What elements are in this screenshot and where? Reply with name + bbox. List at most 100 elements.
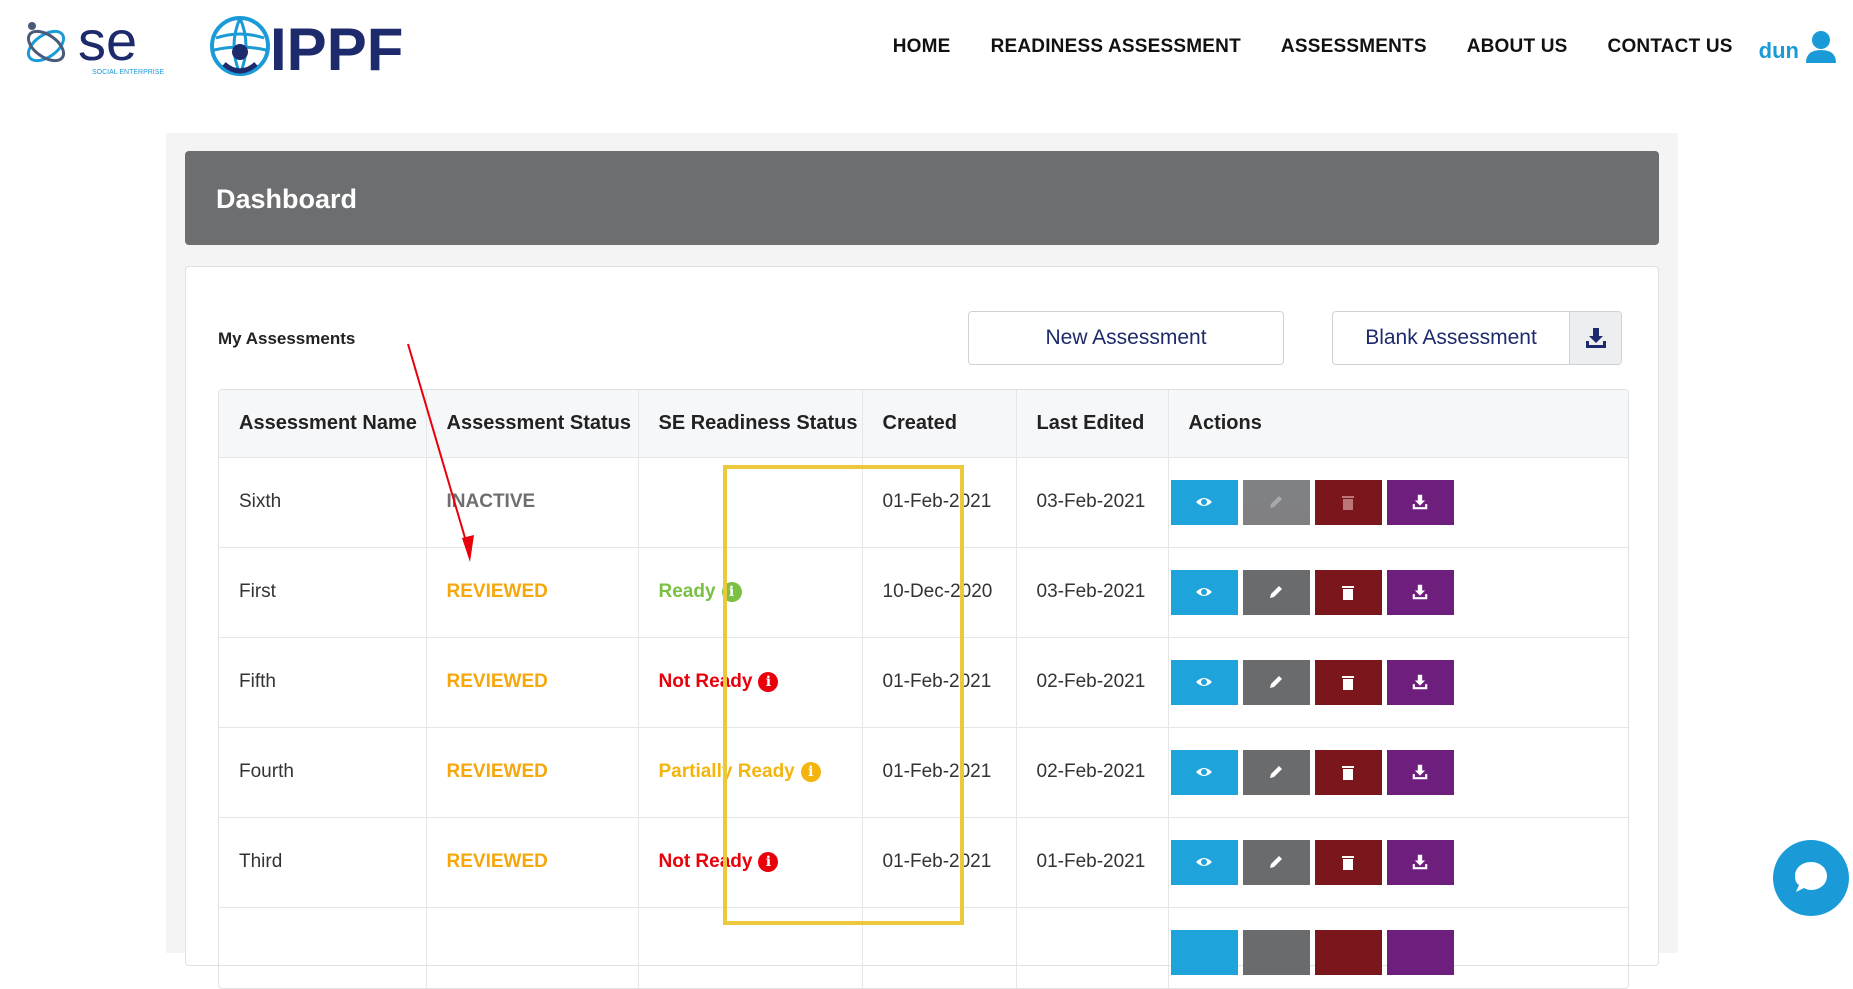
column-header[interactable]: Assessment Name: [219, 390, 427, 458]
assessments-table: Assessment Name Assessment Status SE Rea…: [218, 389, 1629, 989]
delete-button[interactable]: [1314, 569, 1382, 615]
info-icon[interactable]: i: [758, 852, 779, 872]
info-icon[interactable]: i: [721, 582, 742, 602]
table-row: Sixth INACTIVE 01-Feb-2021 03-Feb-2021: [219, 457, 1628, 548]
readiness-status: Not Ready: [658, 671, 753, 692]
trash-icon: [1342, 766, 1354, 780]
download-button[interactable]: [1386, 659, 1454, 705]
user-menu[interactable]: dun: [1759, 30, 1837, 64]
se-logo-text: se: [78, 12, 137, 72]
delete-button[interactable]: [1314, 929, 1382, 975]
status-badge: REVIEWED: [446, 671, 548, 692]
delete-button[interactable]: [1314, 659, 1382, 705]
edited-date: 02-Feb-2021: [1016, 727, 1169, 818]
edit-button[interactable]: [1242, 479, 1310, 525]
readiness-status: Partially Ready: [658, 761, 795, 782]
main-container: Dashboard My Assessments New Assessment …: [166, 133, 1678, 989]
download-button[interactable]: [1386, 929, 1454, 975]
download-button[interactable]: [1386, 569, 1454, 615]
trash-icon: [1342, 676, 1354, 690]
table-header-row: Assessment Name Assessment Status SE Rea…: [219, 390, 1628, 458]
pencil-icon: [1270, 856, 1282, 868]
status-badge: REVIEWED: [446, 761, 548, 782]
view-button[interactable]: [1170, 929, 1238, 975]
pencil-icon: [1270, 676, 1282, 688]
info-icon[interactable]: i: [800, 762, 821, 782]
se-logo-tagline: SOCIAL ENTERPRISE: [92, 69, 164, 76]
readiness-status: Not Ready: [658, 851, 753, 872]
blank-assessment-button[interactable]: Blank Assessment: [1332, 311, 1622, 365]
created-date: 01-Feb-2021: [862, 637, 1017, 728]
edit-button[interactable]: [1242, 839, 1310, 885]
nav-home[interactable]: HOME: [893, 36, 951, 58]
edited-date: 02-Feb-2021: [1016, 637, 1169, 728]
delete-button[interactable]: [1314, 839, 1382, 885]
site-header: se SOCIAL ENTERPRISE IPPF HOME READINESS…: [0, 0, 1853, 100]
download-icon: [1412, 764, 1428, 780]
main-nav: HOME READINESS ASSESSMENT ASSESSMENTS AB…: [893, 30, 1853, 64]
eye-icon: [1196, 678, 1212, 686]
eye-icon: [1196, 768, 1212, 776]
view-button[interactable]: [1170, 659, 1238, 705]
assessments-panel: My Assessments New Assessment Blank Asse…: [185, 266, 1659, 989]
created-date: 01-Feb-2021: [862, 727, 1017, 818]
trash-icon: [1342, 586, 1354, 600]
download-icon: [1412, 584, 1428, 600]
view-button[interactable]: [1170, 839, 1238, 885]
download-icon: [1412, 854, 1428, 870]
view-button[interactable]: [1170, 749, 1238, 795]
table-row: First REVIEWED Ready i 10-Dec-2020 03-Feb…: [219, 547, 1628, 638]
eye-icon: [1196, 498, 1212, 506]
user-icon[interactable]: [1805, 30, 1837, 64]
section-title: My Assessments: [218, 329, 356, 348]
download-icon: [1585, 328, 1606, 348]
user-name[interactable]: dun: [1759, 38, 1799, 64]
nav-assessments[interactable]: ASSESSMENTS: [1281, 36, 1427, 58]
created-date: 01-Feb-2021: [862, 457, 1017, 548]
blank-assessment-label: Blank Assessment: [1365, 326, 1537, 349]
table-row: [219, 907, 1628, 988]
edit-button[interactable]: [1242, 659, 1310, 705]
readiness-status: Ready: [658, 581, 716, 602]
view-button[interactable]: [1170, 479, 1238, 525]
download-button[interactable]: [1386, 749, 1454, 795]
edited-date: 03-Feb-2021: [1016, 547, 1169, 638]
chat-widget[interactable]: [1773, 840, 1849, 916]
dashboard-header: Dashboard: [185, 151, 1659, 245]
blank-assessment-download[interactable]: [1569, 312, 1621, 364]
ippf-logo[interactable]: IPPF: [206, 12, 428, 80]
assessment-name: First: [219, 547, 427, 638]
column-header[interactable]: Assessment Status: [426, 390, 639, 458]
pencil-icon: [1270, 586, 1282, 598]
nav-contact-us[interactable]: CONTACT US: [1608, 36, 1733, 58]
assessment-name: Fourth: [219, 727, 427, 818]
readiness-cell: [638, 457, 863, 548]
eye-icon: [1196, 858, 1212, 866]
created-date: 01-Feb-2021: [862, 817, 1017, 908]
download-button[interactable]: [1386, 479, 1454, 525]
column-header[interactable]: Last Edited: [1016, 390, 1169, 458]
trash-icon: [1342, 856, 1354, 870]
chat-icon: [1795, 862, 1827, 892]
eye-icon: [1196, 588, 1212, 596]
assessment-name: Fifth: [219, 637, 427, 728]
nav-readiness-assessment[interactable]: READINESS ASSESSMENT: [991, 36, 1241, 58]
delete-button[interactable]: [1314, 749, 1382, 795]
info-icon[interactable]: i: [758, 672, 779, 692]
trash-icon: [1342, 496, 1354, 510]
view-button[interactable]: [1170, 569, 1238, 615]
se-logo[interactable]: se SOCIAL ENTERPRISE: [20, 12, 168, 78]
edited-date: 01-Feb-2021: [1016, 817, 1169, 908]
column-header[interactable]: SE Readiness Status: [638, 390, 863, 458]
edit-button[interactable]: [1242, 929, 1310, 975]
nav-about-us[interactable]: ABOUT US: [1467, 36, 1568, 58]
created-date: 10-Dec-2020: [862, 547, 1017, 638]
new-assessment-button[interactable]: New Assessment: [968, 311, 1284, 365]
download-button[interactable]: [1386, 839, 1454, 885]
ippf-logo-text: IPPF: [270, 16, 403, 80]
column-header[interactable]: Created: [862, 390, 1017, 458]
edit-button[interactable]: [1242, 569, 1310, 615]
edit-button[interactable]: [1242, 749, 1310, 795]
download-icon: [1412, 494, 1428, 510]
delete-button[interactable]: [1314, 479, 1382, 525]
